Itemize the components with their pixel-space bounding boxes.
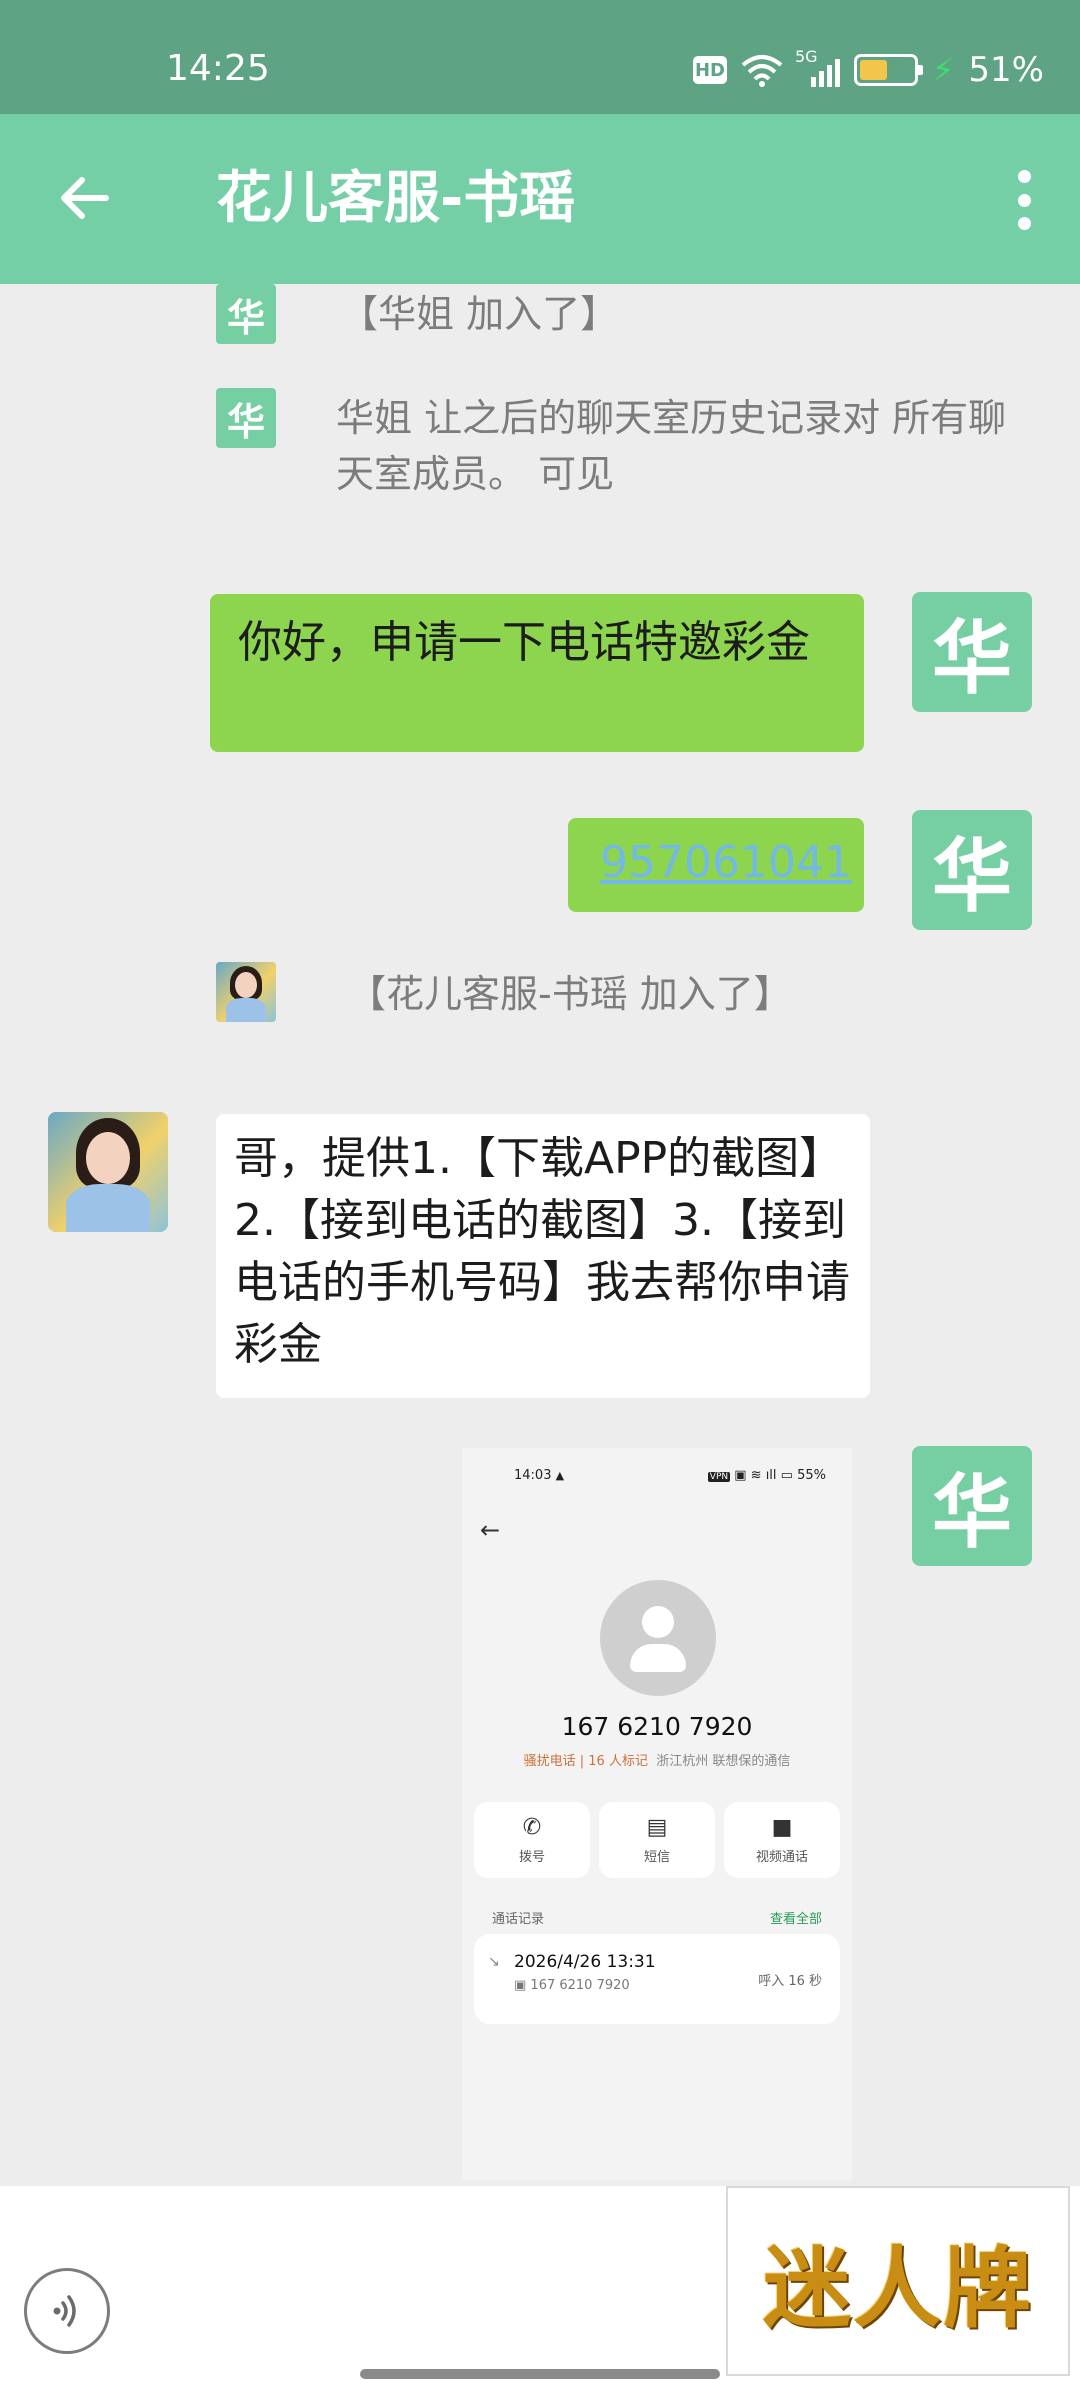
- outgoing-message-bubble[interactable]: 957061041: [568, 818, 864, 912]
- page-title: 花儿客服-书瑶: [216, 166, 576, 231]
- number-link[interactable]: 957061041: [600, 837, 852, 888]
- ad-logo-text: 迷人牌: [762, 2235, 1033, 2340]
- screenshot-time: 14:03 ▲: [514, 1468, 565, 1483]
- call-records-label: 通话记录: [492, 1912, 545, 1927]
- phone-icon: ✆: [522, 1815, 542, 1840]
- arrow-left-icon: [61, 177, 109, 219]
- input-bar: 迷人牌: [0, 2186, 1080, 2400]
- outgoing-message-bubble[interactable]: 你好，申请一下电话特邀彩金: [210, 594, 864, 752]
- system-message: 华姐 让之后的聊天室历史记录对 所有聊天室成员。 可见: [336, 396, 1007, 496]
- screenshot-status-icons: VPN ▣ ≋ ıll ▭ 55%: [707, 1468, 826, 1483]
- system-message: 【花儿客服-书瑶 加入了】: [348, 972, 792, 1016]
- avatar[interactable]: 华: [912, 1446, 1032, 1566]
- battery-fill: [859, 60, 887, 80]
- signal-5g-icon: 5G: [795, 47, 840, 87]
- more-options-button[interactable]: [994, 158, 1054, 242]
- incoming-call-icon: ↘: [488, 1954, 500, 1970]
- avatar[interactable]: 华: [912, 592, 1032, 712]
- charging-icon: ⚡: [931, 51, 955, 89]
- more-vertical-icon: [1017, 170, 1031, 183]
- arrow-left-icon: ←: [480, 1516, 501, 1544]
- system-message: 【华姐 加入了】: [340, 292, 619, 336]
- status-time: 14:25: [166, 48, 270, 89]
- call-duration: 呼入 16 秒: [758, 1974, 822, 1989]
- voice-icon: [53, 2295, 76, 2327]
- contact-avatar-icon: [600, 1580, 716, 1696]
- chat-header: 花儿客服-书瑶: [0, 114, 1080, 284]
- video-icon: ■: [771, 1815, 793, 1840]
- video-call-button: ■ 视频通话: [724, 1802, 840, 1878]
- battery-percent: 51%: [968, 50, 1044, 90]
- agent-avatar[interactable]: [216, 962, 276, 1022]
- status-bar: 14:25 HD 5G ⚡ 51%: [0, 0, 1080, 114]
- battery-icon: [853, 54, 923, 86]
- home-indicator[interactable]: [360, 2369, 720, 2379]
- ad-banner[interactable]: 迷人牌: [726, 2186, 1070, 2376]
- avatar[interactable]: 华: [216, 388, 276, 448]
- image-message[interactable]: 14:03 ▲ VPN ▣ ≋ ıll ▭ 55% ← 167 6210 792…: [462, 1448, 852, 2180]
- call-number: ▣ 167 6210 7920: [514, 1978, 630, 1993]
- contact-tags: 骚扰电话 | 16 人标记 浙江杭州 联想保的通信: [523, 1754, 791, 1769]
- agent-avatar[interactable]: [48, 1112, 168, 1232]
- back-button[interactable]: [48, 162, 120, 234]
- avatar[interactable]: 华: [216, 284, 276, 344]
- message-icon: ▤: [646, 1815, 668, 1840]
- wifi-icon: [741, 55, 783, 87]
- call-record-card: ↘ 2026/4/26 13:31 ▣ 167 6210 7920 呼入 16 …: [474, 1934, 840, 2024]
- hd-icon: HD: [692, 56, 727, 84]
- status-icons: HD 5G ⚡ 51%: [692, 47, 1044, 92]
- call-datetime: 2026/4/26 13:31: [514, 1952, 656, 1972]
- incoming-message-bubble[interactable]: 哥，提供1.【下载APP的截图】2.【接到电话的截图】3.【接到电话的手机号码】…: [216, 1114, 870, 1398]
- sms-button: ▤ 短信: [599, 1802, 715, 1878]
- voice-input-button[interactable]: [24, 2268, 110, 2354]
- network-type: 5G: [794, 47, 818, 66]
- dial-button: ✆ 拨号: [474, 1802, 590, 1878]
- avatar[interactable]: 华: [912, 810, 1032, 930]
- view-all-link: 查看全部: [769, 1912, 822, 1927]
- contact-number: 167 6210 7920: [561, 1712, 753, 1741]
